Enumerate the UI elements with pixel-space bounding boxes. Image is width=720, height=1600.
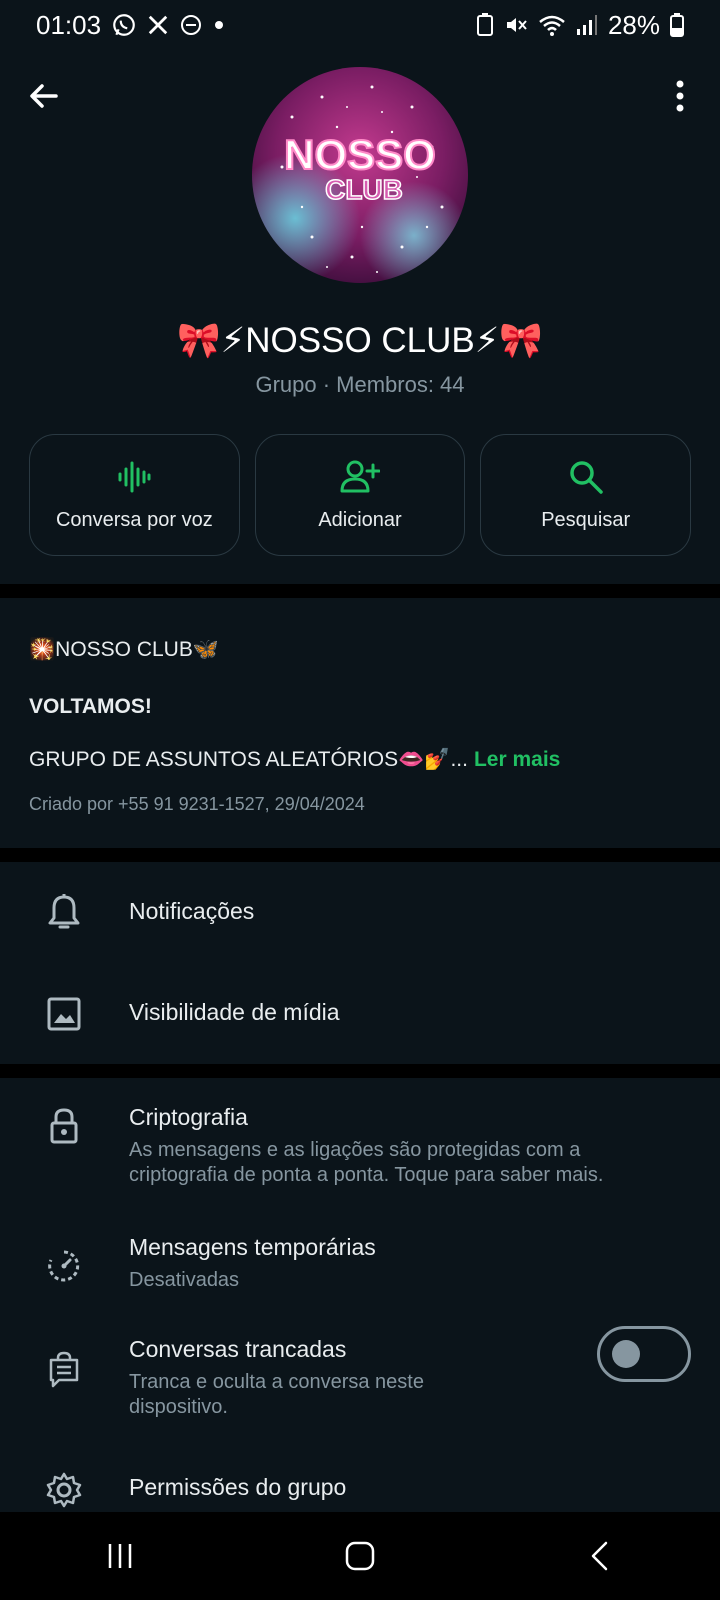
home-button[interactable] <box>320 1526 400 1586</box>
description-text: GRUPO DE ASSUNTOS ALEATÓRIOS👄💅... <box>29 748 468 771</box>
notifications-row[interactable]: Notificações <box>0 862 720 962</box>
read-more-link[interactable]: Ler mais <box>474 748 560 772</box>
timer-icon <box>44 1246 84 1286</box>
search-icon <box>569 460 603 494</box>
battery-icon <box>670 13 684 37</box>
voice-waveform-icon <box>118 461 151 492</box>
wifi-icon <box>538 13 566 37</box>
battery-percent: 28% <box>607 9 660 40</box>
voice-chat-label: Conversa por voz <box>55 508 213 531</box>
lock-icon <box>44 1106 84 1146</box>
system-nav-bar <box>0 1512 720 1600</box>
more-options-button[interactable] <box>670 76 690 116</box>
back-nav-button[interactable] <box>560 1526 640 1586</box>
settings-section-2: Criptografia As mensagens e as ligações … <box>0 1078 720 1512</box>
section-divider <box>0 1064 720 1078</box>
group-description[interactable]: 🎇NOSSO CLUB🦋 VOLTAMOS! GRUPO DE ASSUNTOS… <box>0 598 720 846</box>
section-divider <box>0 848 720 862</box>
description-line-3: GRUPO DE ASSUNTOS ALEATÓRIOS👄💅... Ler ma… <box>29 748 560 772</box>
home-icon <box>345 1541 375 1571</box>
media-visibility-row[interactable]: Visibilidade de mídia <box>0 962 720 1062</box>
status-time: 01:03 <box>36 9 102 40</box>
status-bar: 01:03 28% <box>0 0 720 50</box>
locked-chats-label: Conversas trancadas <box>129 1336 347 1362</box>
group-subtitle: Grupo · Membros: 44 <box>255 372 465 397</box>
dnd-icon <box>179 13 203 37</box>
toggle-knob <box>612 1340 640 1368</box>
locked-chats-description: Tranca e oculta a conversa neste disposi… <box>129 1371 424 1418</box>
group-avatar[interactable]: NOSSO CLUB <box>252 67 468 283</box>
group-permissions-label: Permissões do grupo <box>129 1474 347 1500</box>
battery-saver-icon <box>476 13 494 37</box>
disappearing-messages-label: Mensagens temporárias <box>129 1234 376 1260</box>
whatsapp-icon <box>111 12 137 38</box>
search-label: Pesquisar <box>541 508 631 531</box>
group-name[interactable]: 🎀⚡NOSSO CLUB⚡🎀 <box>0 320 720 361</box>
disappearing-messages-status: Desativadas <box>129 1269 240 1291</box>
group-info-header: NOSSO CLUB 🎀⚡NOSSO CLUB⚡🎀 Grupo · Membro… <box>0 50 720 580</box>
section-divider <box>0 584 720 598</box>
encryption-description: As mensagens e as ligações são protegida… <box>129 1139 604 1186</box>
mute-icon <box>504 13 528 37</box>
signal-icon <box>576 13 598 37</box>
description-line-2: VOLTAMOS! <box>29 695 152 718</box>
description-line-1: 🎇NOSSO CLUB🦋 <box>29 638 219 661</box>
add-member-button[interactable]: Adicionar <box>254 434 466 556</box>
created-by-text: Criado por +55 91 9231-1527, 29/04/2024 <box>29 794 365 814</box>
locked-chat-icon <box>44 1350 84 1390</box>
locked-chats-row[interactable]: Conversas trancadas Tranca e oculta a co… <box>0 1326 720 1458</box>
recent-apps-button[interactable] <box>80 1526 160 1586</box>
notifications-label: Notificações <box>129 898 255 924</box>
svg-text:CLUB: CLUB <box>325 174 403 205</box>
media-visibility-label: Visibilidade de mídia <box>129 999 340 1025</box>
add-person-icon <box>340 460 380 492</box>
x-icon <box>147 14 169 36</box>
encryption-label: Criptografia <box>129 1104 248 1130</box>
svg-text:NOSSO: NOSSO <box>284 131 436 178</box>
voice-chat-button[interactable]: Conversa por voz <box>29 434 240 556</box>
dot-icon <box>213 19 225 31</box>
recent-apps-icon <box>108 1544 132 1568</box>
encryption-row[interactable]: Criptografia As mensagens e as ligações … <box>0 1078 720 1208</box>
arrow-left-icon <box>30 84 58 108</box>
chevron-left-icon <box>591 1541 608 1571</box>
more-vert-icon <box>676 80 684 112</box>
back-button[interactable] <box>24 76 64 116</box>
add-member-label: Adicionar <box>318 508 402 531</box>
disappearing-messages-row[interactable]: Mensagens temporárias Desativadas <box>0 1208 720 1328</box>
gear-icon <box>44 1470 84 1510</box>
settings-section-1: Notificações Visibilidade de mídia <box>0 862 720 1064</box>
search-button[interactable]: Pesquisar <box>480 434 692 556</box>
action-buttons: Conversa por voz Adicionar Pesquisar <box>29 434 692 556</box>
group-permissions-row[interactable]: Permissões do grupo <box>0 1458 720 1512</box>
bell-icon <box>44 892 84 932</box>
image-icon <box>44 994 84 1034</box>
locked-chats-toggle[interactable] <box>597 1326 691 1382</box>
